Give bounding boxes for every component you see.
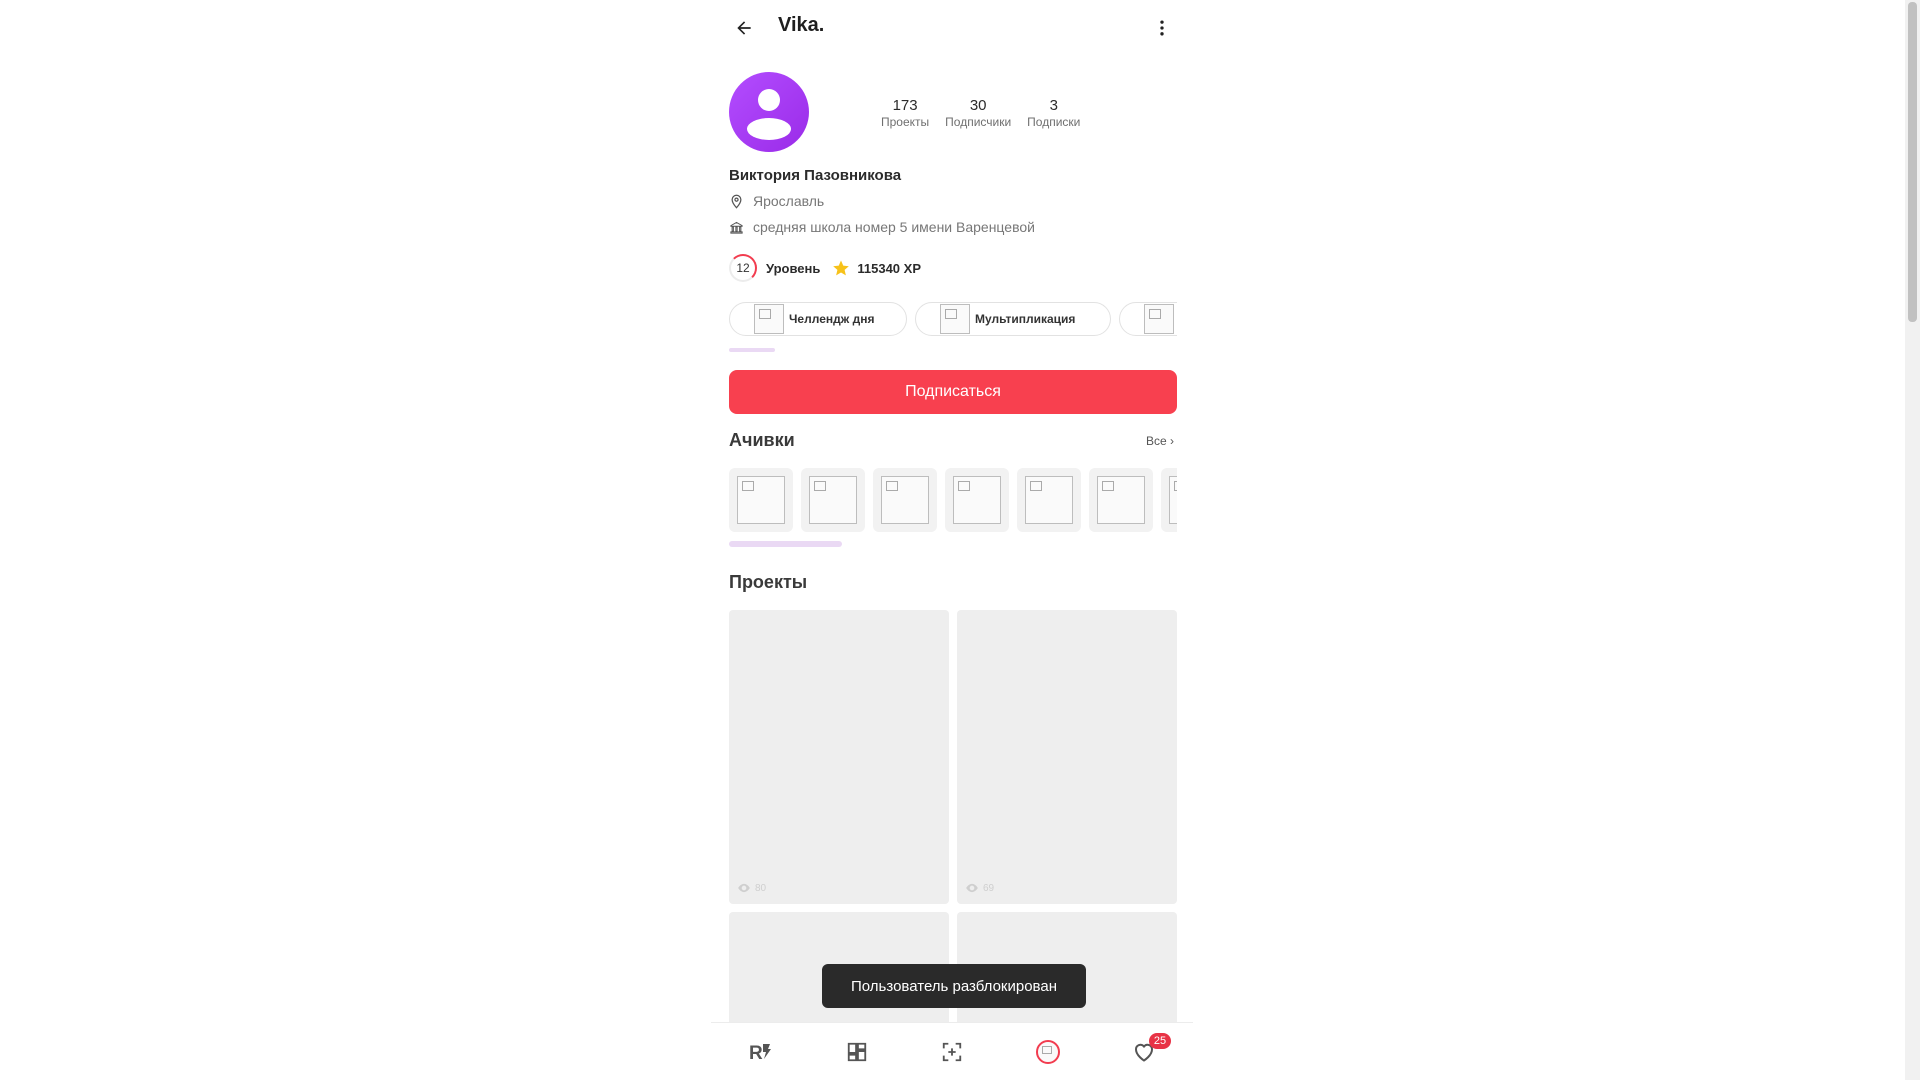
achievement-badge[interactable] [801,468,865,532]
school-row: средняя школа номер 5 имени Варенцевой [729,219,1035,235]
level-progress-ring: 12 [729,254,757,282]
achievements-all-link[interactable]: Все › [1146,434,1174,448]
xp-value: 115340 XP [857,260,921,276]
back-button[interactable] [728,12,760,44]
achievements-list [729,468,1177,532]
user-silhouette-icon [747,89,791,140]
nav-create[interactable] [920,1023,984,1080]
top-app-bar: Vika. [728,0,1176,56]
views-count: 69 [983,882,995,894]
eye-icon [738,883,750,893]
profile-avatar-icon [1036,1040,1060,1064]
achievement-image [953,476,1001,524]
project-views: 80 [737,881,766,895]
city-row: Ярославль [729,193,824,209]
achievement-badge[interactable] [729,468,793,532]
chip-image [940,304,970,334]
avatar[interactable] [729,72,809,152]
chip-label: Челлендж дня [789,312,875,326]
profile-stats: 173 Проекты 30 Подписчики 3 Подписки [881,97,1080,129]
stat-following[interactable]: 3 Подписки [1027,97,1080,129]
achievement-badge[interactable] [1017,468,1081,532]
level-number: 12 [736,261,750,275]
user-full-name: Виктория Пазовникова [729,167,902,184]
project-views: 69 [965,881,994,895]
chip-label: Мультипликация [975,312,1076,326]
stat-value: 30 [969,97,987,114]
subscribe-button[interactable]: Подписаться [729,370,1177,414]
city-text: Ярославль [753,193,825,209]
chip-image [754,304,784,334]
arrow-left-icon [737,21,751,35]
stat-label: Подписчики [945,115,1012,129]
stat-projects[interactable]: 173 Проекты [881,97,929,129]
interest-chips: Челлендж дня Мультипликация [729,302,1177,338]
toast-message: Пользователь разблокирован [822,964,1086,1008]
achievement-image [809,476,857,524]
achievements-scroll-indicator [729,541,842,547]
stat-value: 3 [1049,97,1058,114]
achievement-image [881,476,929,524]
achievement-badge[interactable] [1161,468,1177,532]
profile-screen: Vika. 173 Проекты 30 Подписчики 3 Подпис… [711,0,1193,1080]
stat-label: Проекты [881,115,930,129]
more-vert-icon [1160,20,1164,36]
dashboard-grid-icon [847,1042,867,1062]
nav-dashboard[interactable] [825,1023,889,1080]
school-text: средняя школа номер 5 имени Варенцевой [753,219,1035,235]
nav-profile[interactable] [1016,1023,1080,1080]
add-frame-icon [942,1042,962,1062]
star-icon [833,260,850,276]
rocket-logo-icon: R [749,1043,771,1063]
more-options-button[interactable] [1146,12,1178,44]
stat-followers[interactable]: 30 Подписчики [945,97,1011,129]
achievement-badge[interactable] [945,468,1009,532]
achievement-image [1169,476,1177,524]
location-pin-icon [731,194,742,209]
eye-icon [966,883,978,893]
achievement-image [1097,476,1145,524]
nav-home[interactable]: R [729,1023,793,1080]
projects-title: Проекты [729,572,808,592]
level-label: Уровень [766,260,821,276]
chip-more[interactable] [1119,302,1177,336]
views-count: 80 [755,882,767,894]
bottom-navigation: R 25 [711,1022,1193,1080]
achievement-image [737,476,785,524]
level-row: 12 Уровень 115340 XP [729,254,921,282]
achievements-title: Ачивки [729,430,795,450]
project-card[interactable]: 80 [729,610,949,904]
svg-text:R: R [749,1043,763,1063]
chip-animation[interactable]: Мультипликация [915,302,1111,336]
achievement-badge[interactable] [873,468,937,532]
stat-value: 173 [892,97,918,114]
chip-daily-challenge[interactable]: Челлендж дня [729,302,907,336]
stat-label: Подписки [1027,115,1081,129]
page-title: Vika. [778,14,825,36]
achievement-badge[interactable] [1089,468,1153,532]
chip-image [1144,304,1174,334]
nav-likes[interactable]: 25 [1112,1023,1176,1080]
project-card[interactable]: 69 [957,610,1177,904]
notification-badge: 25 [1149,1033,1171,1049]
page-scrollbar-thumb[interactable] [1908,2,1917,322]
chips-scroll-indicator [729,348,775,352]
achievement-image [1025,476,1073,524]
institution-icon [730,221,743,234]
